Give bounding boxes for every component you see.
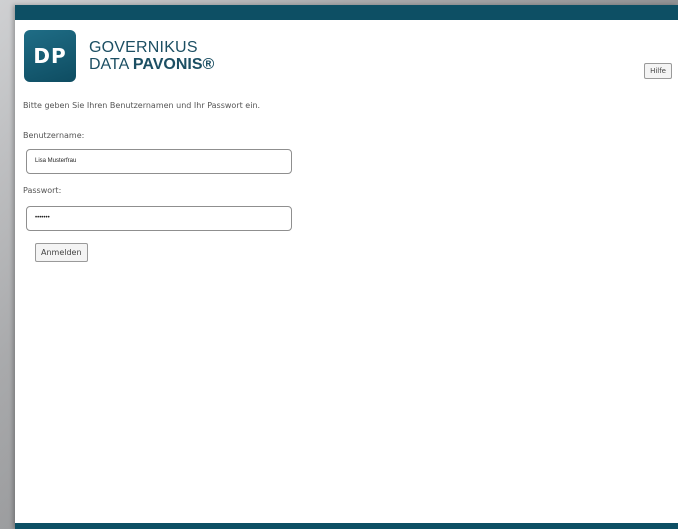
logo-initials: DP [33,44,67,68]
browser-window: DP GOVERNIKUS DATA PAVONIS® Hilfe Bitte … [15,5,678,529]
dp-logo-icon: DP [24,30,76,82]
login-instructions: Bitte geben Sie Ihren Benutzernamen und … [23,101,261,110]
help-button[interactable]: Hilfe [644,63,672,79]
logo-line-governikus: GOVERNIKUS [89,39,198,56]
logo: DP GOVERNIKUS DATA PAVONIS® [24,30,214,82]
logo-pavonis-text: PAVONIS® [132,56,215,73]
logo-data-text: DATA [89,56,133,73]
password-label: Passwort: [23,186,62,195]
password-input[interactable]: ••••••• [26,206,292,231]
login-button[interactable]: Anmelden [35,243,88,262]
top-bar [15,5,678,20]
logo-line-data-pavonis: DATA PAVONIS® [89,56,214,73]
username-input[interactable]: Lisa Musterfrau [26,149,292,174]
username-label: Benutzername: [23,131,85,140]
logo-text: GOVERNIKUS DATA PAVONIS® [89,39,214,73]
bottom-bar [15,523,678,529]
